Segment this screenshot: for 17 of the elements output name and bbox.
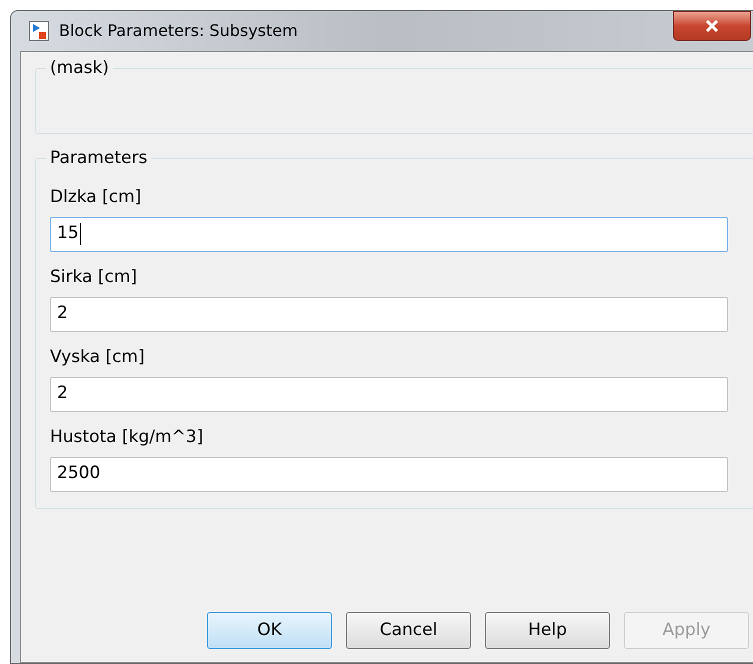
field-label: Vyska [cm] [50,346,146,366]
dialog-button[interactable]: Cancel [346,612,471,649]
text-field[interactable]: 15 [50,216,728,252]
close-button[interactable] [673,11,751,41]
group-title: (mask) [49,57,110,80]
block-icon [29,21,49,41]
text-field[interactable]: 2 [50,376,728,412]
text-field[interactable]: 2500 [50,456,728,492]
group-title: Parameters [49,147,148,170]
dialog-button[interactable]: Help [485,612,610,649]
dialog-button[interactable]: OK [207,612,332,649]
field-label: Dlzka [cm] [50,186,142,206]
field-label: Hustota [kg/m^3] [50,426,204,446]
window-title: Block Parameters: Subsystem [59,20,298,42]
field-label: Sirka [cm] [50,266,138,286]
text-field[interactable]: 2 [50,296,728,332]
close-icon [705,20,719,32]
